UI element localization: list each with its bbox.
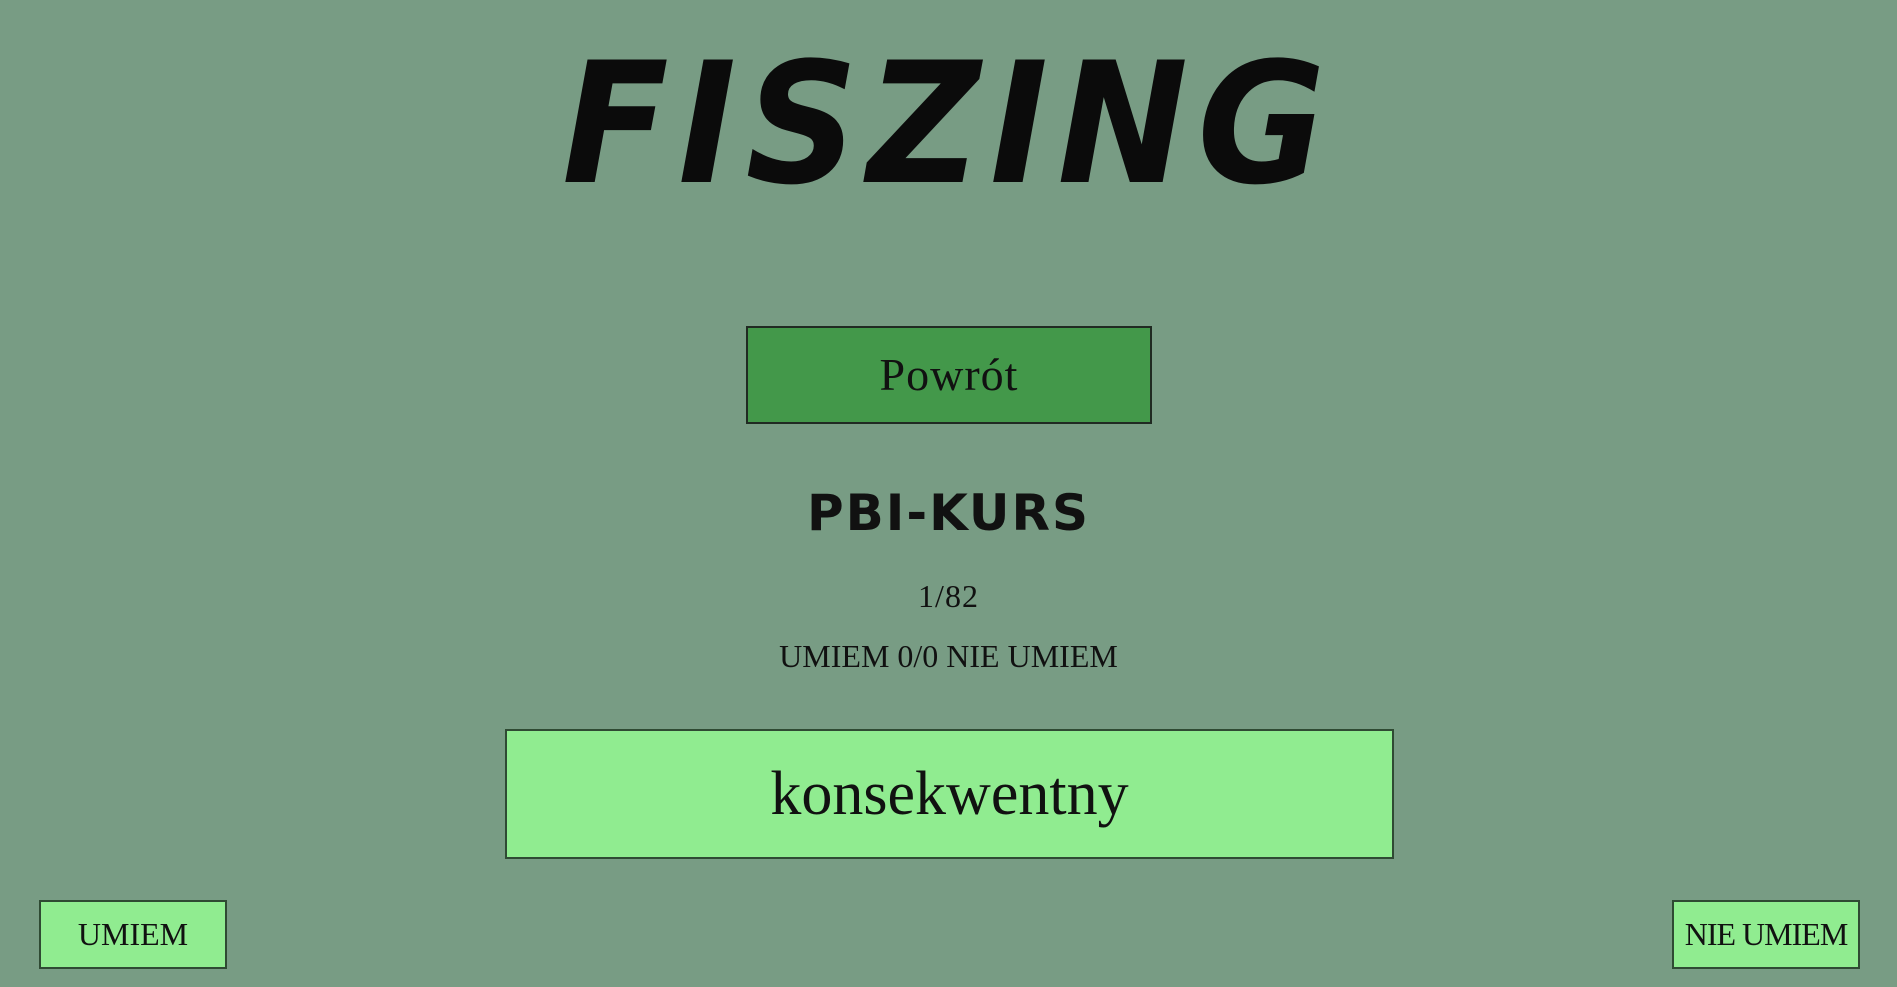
flashcard-word[interactable]: konsekwentny	[505, 729, 1394, 859]
know-button[interactable]: UMIEM	[39, 900, 227, 969]
course-title: PBI-KURS	[806, 484, 1091, 542]
card-progress-counter: 1/82	[918, 578, 979, 614]
app-logo: FISZING	[562, 26, 1335, 222]
back-button[interactable]: Powrót	[746, 326, 1152, 424]
dont-know-button[interactable]: NIE UMIEM	[1672, 900, 1860, 969]
score-summary: UMIEM 0/0 NIE UMIEM	[779, 638, 1118, 674]
